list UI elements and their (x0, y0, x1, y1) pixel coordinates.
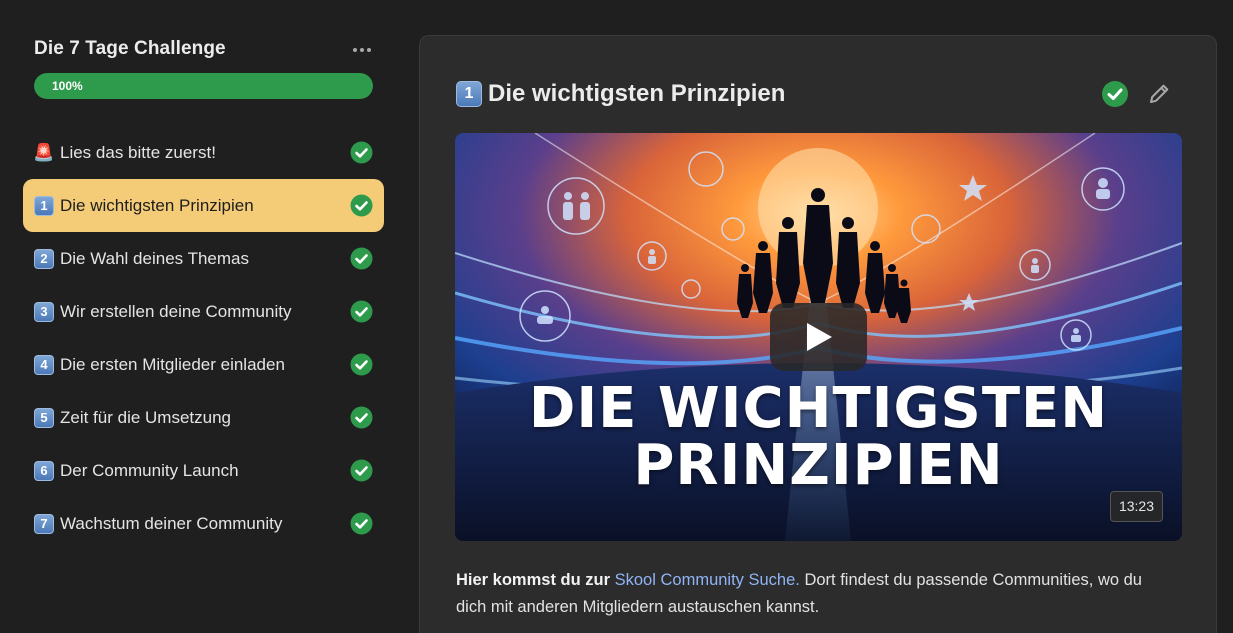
check-circle-icon (1102, 81, 1128, 107)
lesson-content-panel: 1 Die wichtigsten Prinzipien DIE WICHTIG… (419, 35, 1217, 633)
lesson-item[interactable]: 🚨 Lies das bitte zuerst! (23, 126, 384, 179)
lesson-label: Die ersten Mitglieder einladen (60, 354, 285, 374)
check-circle-icon (350, 353, 373, 376)
more-options-button[interactable] (350, 40, 374, 60)
lesson-label: Lies das bitte zuerst! (60, 142, 216, 162)
keycap-emoji-icon: 5 (34, 407, 54, 428)
pencil-icon (1150, 84, 1169, 103)
skool-community-search-link[interactable]: Skool Community Suche. (615, 571, 800, 589)
lesson-list: 🚨 Lies das bitte zuerst! 1 Die wichtigsten … (23, 126, 384, 550)
lesson-item[interactable]: 1 Die wichtigsten Prinzipien (23, 179, 384, 232)
lesson-label: Die Wahl deines Themas (60, 248, 249, 268)
video-duration: 13:23 (1110, 491, 1163, 522)
lesson-label: Die wichtigsten Prinzipien (60, 195, 254, 215)
check-circle-icon (350, 194, 373, 217)
keycap-emoji-icon: 6 (34, 460, 54, 481)
check-circle-icon (350, 141, 373, 164)
lesson-item[interactable]: 4 Die ersten Mitglieder einladen (23, 338, 384, 391)
lesson-title-text: Die wichtigsten Prinzipien (488, 80, 786, 107)
keycap-emoji-icon: 1 (456, 81, 482, 107)
lesson-item[interactable]: 5 Zeit für die Umsetzung (23, 391, 384, 444)
lesson-item[interactable]: 6 Der Community Launch (23, 444, 384, 497)
check-circle-icon (350, 406, 373, 429)
check-circle-icon (350, 247, 373, 270)
lesson-label: Der Community Launch (60, 460, 239, 480)
keycap-emoji-icon: 2 (34, 248, 54, 269)
play-button[interactable] (770, 303, 867, 371)
check-circle-icon (350, 459, 373, 482)
course-progress-bar: 100% (34, 73, 373, 99)
check-circle-icon (350, 300, 373, 323)
lesson-item[interactable]: 2 Die Wahl deines Themas (23, 232, 384, 285)
lesson-label: Zeit für die Umsetzung (60, 407, 232, 427)
play-icon (806, 323, 832, 351)
lesson-label: Wachstum deiner Community (60, 513, 283, 533)
alarm-light-icon: 🚨 (33, 142, 55, 162)
mark-complete-button[interactable] (1101, 80, 1129, 108)
edit-lesson-button[interactable] (1146, 81, 1172, 107)
progress-label: 100% (52, 79, 83, 93)
video-headline-line2: PRINZIPIEN (633, 433, 1004, 498)
lesson-video[interactable]: DIE WICHTIGSTEN PRINZIPIEN 13:23 (455, 133, 1182, 541)
lesson-item[interactable]: 7 Wachstum deiner Community (23, 497, 384, 550)
video-headline-line1: DIE WICHTIGSTEN (528, 376, 1109, 441)
progress-fill (34, 73, 373, 99)
lesson-label: Wir erstellen deine Community (60, 301, 292, 321)
keycap-emoji-icon: 4 (34, 354, 54, 375)
keycap-emoji-icon: 7 (34, 513, 54, 534)
keycap-emoji-icon: 1 (34, 195, 54, 216)
course-sidebar: Die 7 Tage Challenge 100% 🚨 Lies das bitt… (0, 0, 400, 633)
course-title: Die 7 Tage Challenge (34, 38, 226, 59)
lesson-description: Hier kommst du zur Skool Community Suche… (456, 567, 1176, 621)
more-horizontal-icon (353, 48, 357, 52)
description-bold: Hier kommst du zur (456, 571, 611, 589)
keycap-emoji-icon: 3 (34, 301, 54, 322)
check-circle-icon (350, 512, 373, 535)
lesson-title: 1 Die wichtigsten Prinzipien (456, 80, 785, 108)
lesson-item[interactable]: 3 Wir erstellen deine Community (23, 285, 384, 338)
